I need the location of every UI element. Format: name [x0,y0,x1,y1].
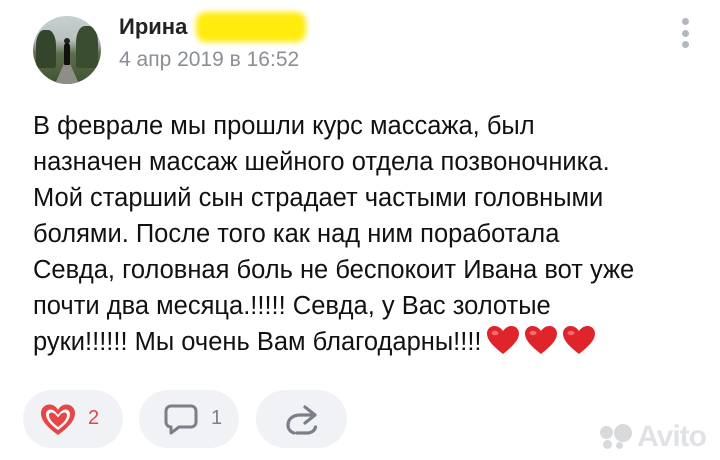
post-line: почти два месяца.!!!!! Севда, у Вас золо… [33,292,551,320]
comment-count: 1 [211,407,223,429]
avito-logo-icon [599,424,633,450]
share-button[interactable] [256,390,347,448]
more-options-icon[interactable] [681,18,689,48]
comment-button[interactable]: 1 [139,390,239,448]
avatar[interactable] [33,16,101,84]
like-count: 2 [88,407,100,429]
name-redaction [196,12,306,42]
post-line: Севда, головная боль не беспокоит Ивана … [33,256,635,284]
post-body: В феврале мы прошли курс массажа, был на… [33,108,693,365]
like-button[interactable]: 2 [23,390,123,448]
post-line-text: руки!!!!!! Мы очень Вам благодарны!!!! [33,328,482,356]
author-name[interactable]: Ирина [119,14,187,40]
more-dot [681,41,689,48]
more-dot [681,29,689,37]
heart-icon [524,325,558,365]
speech-bubble-icon [163,402,199,443]
post-line: Мой старший сын страдает частыми головны… [33,184,604,212]
more-dot [681,18,689,25]
watermark-text: Avito [637,420,707,453]
heart-icon [39,403,77,442]
post-line: болями. После того как над ним поработал… [33,220,560,248]
avito-watermark: Avito [599,420,707,454]
post-line-last: руки!!!!!! Мы очень Вам благодарны!!!! [33,324,693,365]
heart-icon [486,325,520,365]
post-date[interactable]: 4 апр 2019 в 16:52 [119,48,299,72]
avatar-tree-right [76,26,98,68]
avatar-person [64,43,70,65]
share-arrow-icon [283,402,321,443]
post-line: В феврале мы прошли курс массажа, был [33,112,535,140]
post-header: Ирина 4 апр 2019 в 16:52 [33,12,703,88]
avatar-tree-left [36,30,56,68]
post-line: назначен массаж шейного отдела позвоночн… [33,148,610,176]
heart-icon [562,325,596,365]
